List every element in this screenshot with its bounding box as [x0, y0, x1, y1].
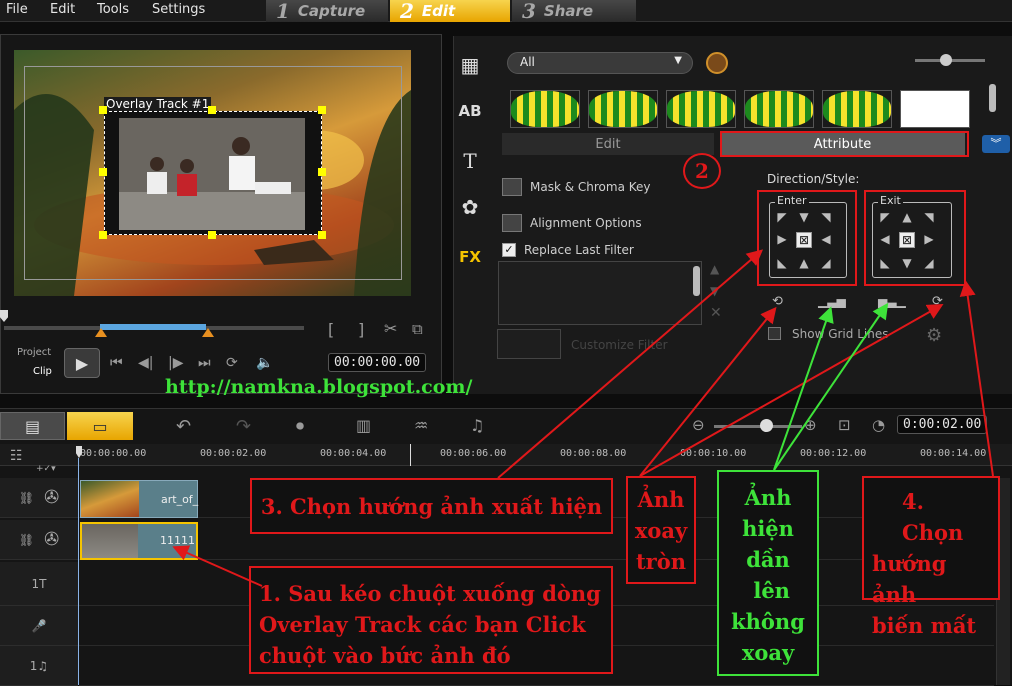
annotation-arrows	[172, 249, 994, 587]
arrow-to-exit	[959, 280, 994, 477]
arrow-to-rotate-in	[639, 306, 777, 477]
arrow-to-fade-in	[773, 306, 834, 471]
arrow-to-overlay-clip	[172, 545, 263, 587]
arrow-to-fade-out	[773, 302, 889, 471]
arrow-to-enter	[497, 249, 764, 479]
arrow-to-rotate-out	[639, 304, 944, 477]
